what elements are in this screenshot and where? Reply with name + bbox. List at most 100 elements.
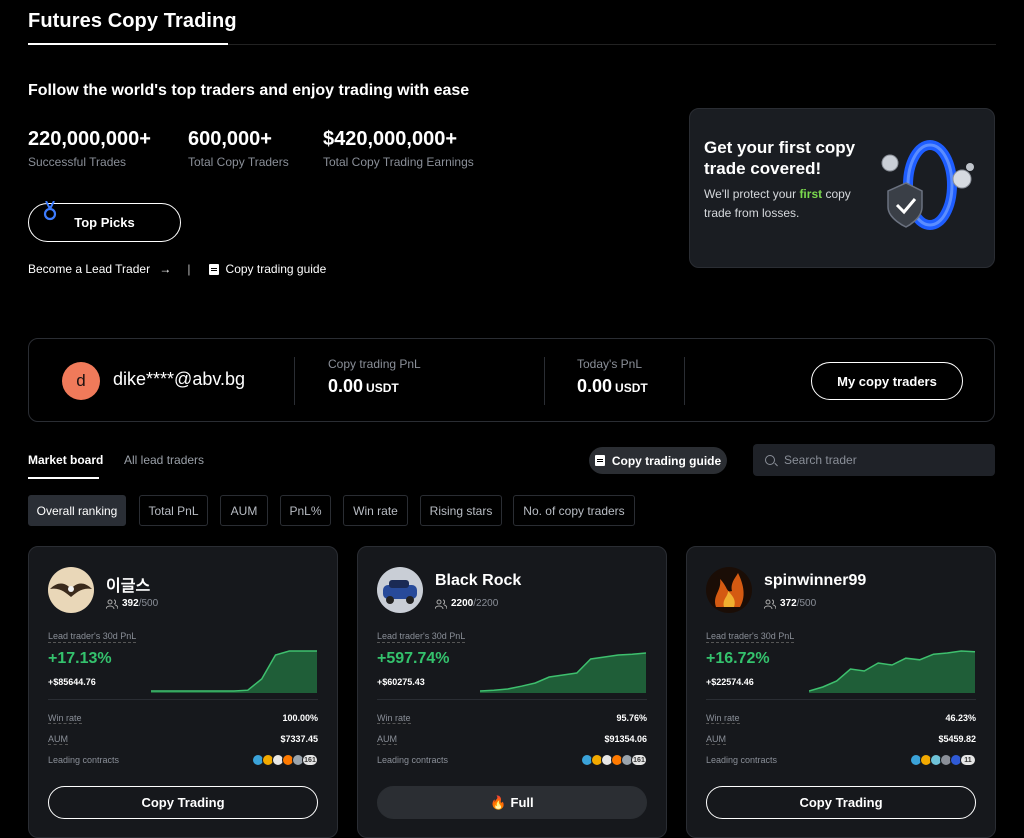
medal-icon bbox=[43, 201, 57, 221]
trader-name[interactable]: 이글스 bbox=[106, 572, 150, 596]
page-title: Futures Copy Trading bbox=[28, 10, 237, 32]
divider bbox=[544, 357, 545, 405]
sparkline-area bbox=[809, 651, 975, 693]
filter-rising-stars[interactable]: Rising stars bbox=[420, 495, 502, 526]
full-button[interactable]: 🔥 Full bbox=[377, 786, 647, 819]
sparkline-area bbox=[480, 653, 646, 693]
stat-label: Total Copy Traders bbox=[188, 155, 289, 169]
search-box[interactable] bbox=[753, 444, 995, 476]
promo-title: Get your first copy trade covered! bbox=[704, 138, 856, 178]
pnl-percent: +17.13% bbox=[48, 650, 112, 667]
stat-value: $420,000,000+ bbox=[323, 128, 458, 150]
copy-trading-button[interactable]: Copy Trading bbox=[48, 786, 318, 819]
trader-card[interactable]: Black Rock 2200/2200 Lead trader's 30d P… bbox=[357, 546, 667, 838]
filter-pnl-percent[interactable]: PnL% bbox=[280, 495, 331, 526]
divider bbox=[48, 699, 318, 700]
copy-trading-pnl-label: Copy trading PnL bbox=[328, 357, 421, 371]
cta-label: Copy Trading bbox=[141, 795, 225, 810]
trader-name[interactable]: Black Rock bbox=[435, 572, 521, 590]
followers-capacity: /500 bbox=[138, 598, 159, 609]
aum-value: $7337.45 bbox=[280, 734, 318, 744]
search-input[interactable] bbox=[784, 453, 974, 467]
followers-capacity: /2200 bbox=[473, 598, 499, 609]
copy-traders-count: 2200/2200 bbox=[435, 598, 498, 609]
copy-traders-count: 372/500 bbox=[764, 598, 816, 609]
copy-trading-pnl-amount: 0.00 bbox=[328, 376, 364, 396]
people-icon bbox=[106, 599, 118, 609]
aum-value: $5459.82 bbox=[938, 734, 976, 744]
promo-card[interactable]: Get your first copy trade covered! We'll… bbox=[689, 108, 995, 268]
aum-row: AUM $91354.06 bbox=[377, 734, 647, 745]
guide-chip-label: Copy trading guide bbox=[611, 453, 722, 468]
copy-trading-button[interactable]: Copy Trading bbox=[706, 786, 976, 819]
copy-trading-pnl: Copy trading PnL 0.00 USDT bbox=[328, 357, 421, 397]
become-lead-trader-link[interactable]: Become a Lead Trader → bbox=[28, 262, 171, 276]
promo-text-highlight: first bbox=[799, 187, 823, 201]
divider bbox=[228, 44, 996, 45]
fire-avatar-image bbox=[706, 567, 752, 613]
stat-value: 600,000+ bbox=[188, 128, 272, 150]
my-copy-traders-label: My copy traders bbox=[837, 373, 937, 389]
more-contracts-badge: 11 bbox=[960, 754, 976, 766]
pnl-amount: +$22574.46 bbox=[706, 677, 754, 687]
fire-icon: 🔥 bbox=[490, 794, 507, 810]
filter-aum[interactable]: AUM bbox=[220, 495, 268, 526]
document-icon bbox=[208, 263, 219, 275]
copy-trading-guide-link[interactable]: Copy trading guide bbox=[208, 262, 326, 276]
tab-all-lead-traders[interactable]: All lead traders bbox=[124, 453, 204, 467]
leading-contracts-label: Leading contracts bbox=[48, 755, 120, 765]
trader-card[interactable]: 이글스 392/500 Lead trader's 30d PnL +17.13… bbox=[28, 546, 338, 838]
tab-market-board[interactable]: Market board bbox=[28, 453, 103, 467]
divider bbox=[294, 357, 295, 405]
filter-overall-ranking[interactable]: Overall ranking bbox=[28, 495, 126, 526]
filter-copy-traders-count[interactable]: No. of copy traders bbox=[513, 495, 635, 526]
zero-loss-shield-illustration bbox=[881, 140, 974, 230]
followers-capacity: /500 bbox=[796, 598, 817, 609]
stat-total-copy-traders: 600,000+ Total Copy Traders bbox=[188, 128, 289, 169]
pnl-percent: +597.74% bbox=[377, 650, 450, 667]
trader-name[interactable]: spinwinner99 bbox=[764, 572, 866, 590]
pnl-sparkline bbox=[480, 652, 646, 693]
win-rate-value: 46.23% bbox=[945, 713, 976, 723]
leading-contracts-row: Leading contracts 161 bbox=[48, 754, 318, 766]
aum-value: $91354.06 bbox=[604, 734, 647, 744]
todays-pnl: Today's PnL 0.00 USDT bbox=[577, 357, 648, 397]
win-rate-label: Win rate bbox=[48, 713, 82, 724]
aum-row: AUM $5459.82 bbox=[706, 734, 976, 745]
followers-count: 372 bbox=[780, 598, 797, 609]
document-icon bbox=[594, 455, 605, 466]
pnl-label: Lead trader's 30d PnL bbox=[706, 631, 795, 643]
aum-label: AUM bbox=[377, 734, 397, 745]
hero-tagline: Follow the world's top traders and enjoy… bbox=[28, 82, 470, 99]
filter-win-rate[interactable]: Win rate bbox=[343, 495, 408, 526]
promo-text: We'll protect your first copy trade from… bbox=[704, 185, 874, 223]
trader-avatar bbox=[706, 567, 752, 613]
leading-contracts-label: Leading contracts bbox=[377, 755, 449, 765]
contract-coin-icons: 161 bbox=[252, 754, 318, 766]
copy-trading-pnl-value: 0.00 USDT bbox=[328, 376, 421, 397]
filter-total-pnl[interactable]: Total PnL bbox=[139, 495, 208, 526]
win-rate-label: Win rate bbox=[706, 713, 740, 724]
leading-contracts-row: Leading contracts 161 bbox=[377, 754, 647, 766]
contract-coin-icons: 161 bbox=[581, 754, 647, 766]
followers-count: 392 bbox=[122, 598, 139, 609]
my-copy-traders-button[interactable]: My copy traders bbox=[811, 362, 963, 400]
eagle-avatar-image bbox=[48, 567, 94, 613]
trader-card[interactable]: spinwinner99 372/500 Lead trader's 30d P… bbox=[686, 546, 996, 838]
divider bbox=[684, 357, 685, 405]
pnl-sparkline bbox=[151, 650, 317, 693]
user-summary-card: d dike****@abv.bg Copy trading PnL 0.00 U… bbox=[28, 338, 995, 422]
currency-label: USDT bbox=[615, 381, 648, 395]
pnl-amount: +$60275.43 bbox=[377, 677, 425, 687]
win-rate-row: Win rate 46.23% bbox=[706, 713, 976, 724]
win-rate-label: Win rate bbox=[377, 713, 411, 724]
todays-pnl-amount: 0.00 bbox=[577, 376, 613, 396]
divider bbox=[706, 699, 976, 700]
followers-count: 2200 bbox=[451, 598, 474, 609]
stat-label: Successful Trades bbox=[28, 155, 127, 169]
avatar: d bbox=[62, 362, 100, 400]
people-icon bbox=[435, 599, 447, 609]
win-rate-row: Win rate 95.76% bbox=[377, 713, 647, 724]
trader-avatar bbox=[377, 567, 423, 613]
copy-trading-guide-button[interactable]: Copy trading guide bbox=[589, 447, 727, 474]
